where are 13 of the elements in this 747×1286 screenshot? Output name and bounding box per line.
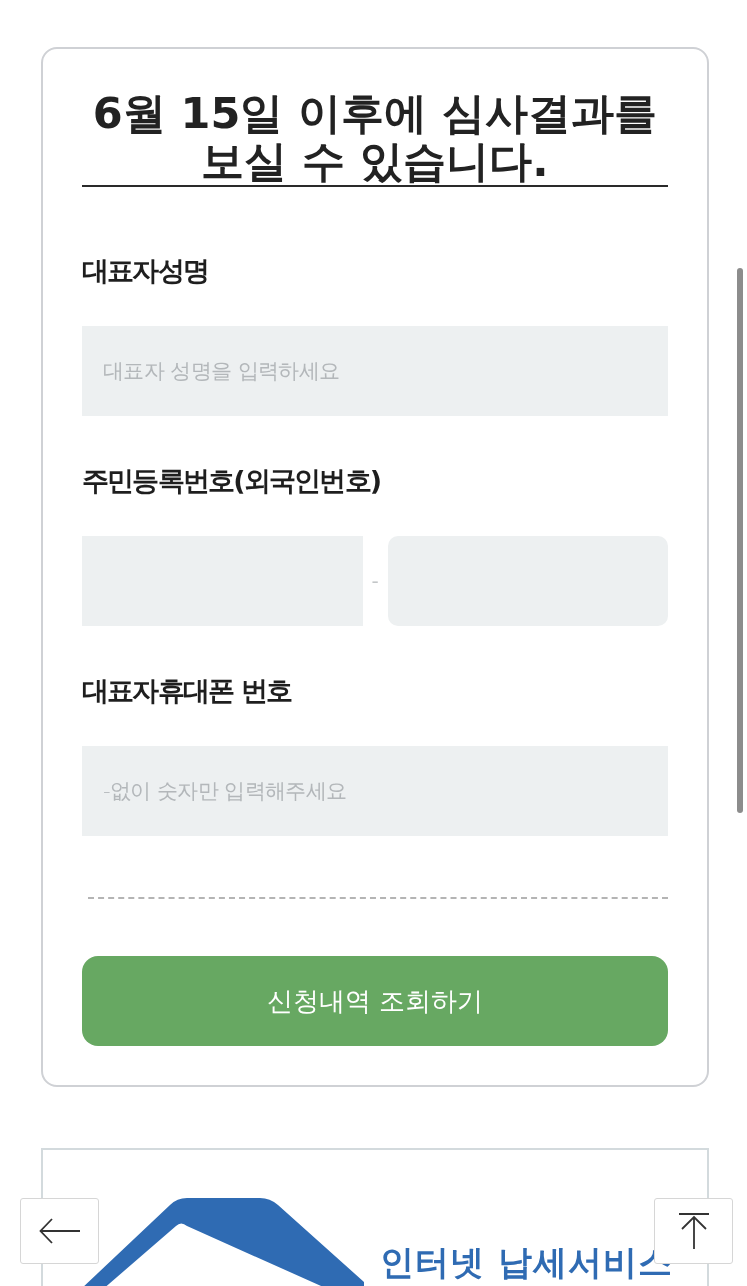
back-button[interactable] bbox=[20, 1198, 99, 1264]
input-field[interactable]: 대표자 성명을 입력하세요 bbox=[82, 326, 668, 416]
input-field[interactable]: -없이 숫자만 입력해주세요 bbox=[82, 746, 668, 836]
logo-text: 인터넷 납세서비스 bbox=[380, 1242, 673, 1282]
arrow-left-icon bbox=[38, 1218, 81, 1244]
page-title: 6월 15일 이후에 심사결과를 보실 수 있습니다. bbox=[82, 89, 668, 187]
field-label: 대표자휴대폰 번호 bbox=[82, 674, 292, 708]
submit-button[interactable]: 신청내역 조회하기 bbox=[82, 956, 668, 1046]
field-label: 주민등록번호(외국인번호) bbox=[82, 464, 381, 498]
hyphen-separator: - bbox=[371, 569, 379, 593]
field-label: 대표자성명 bbox=[82, 254, 208, 288]
arrow-up-to-line-icon bbox=[678, 1213, 709, 1249]
scrollbar-thumb[interactable] bbox=[737, 268, 743, 813]
